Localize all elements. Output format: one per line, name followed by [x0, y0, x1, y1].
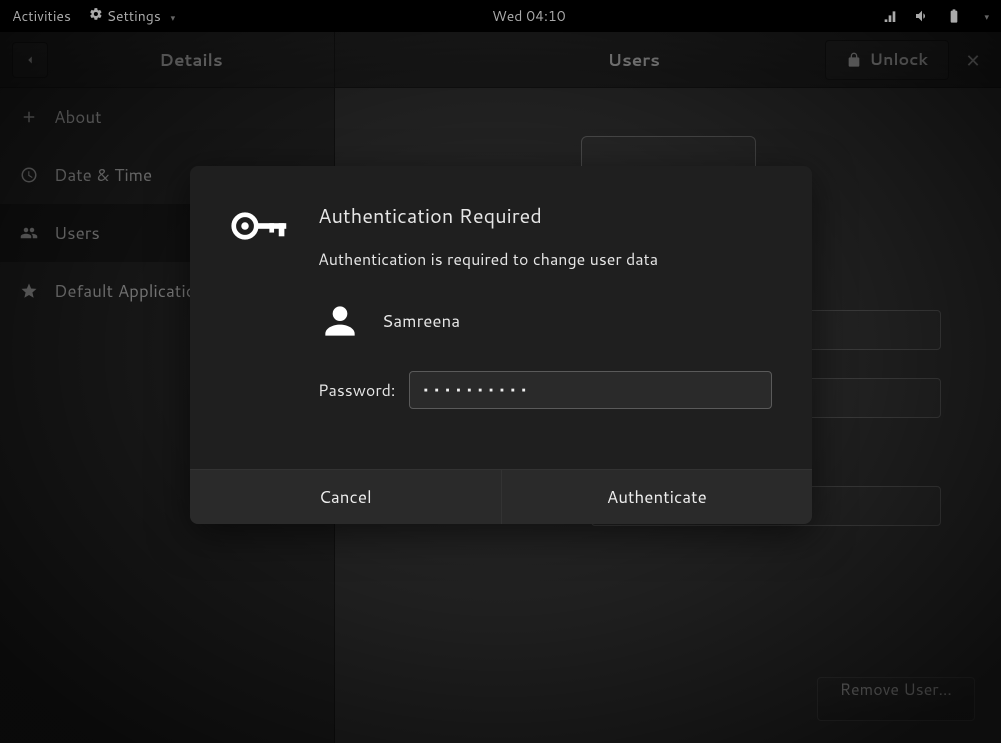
gnome-topbar: Activities Settings ▾ Wed 04:10 ▾ [0, 0, 1001, 32]
dialog-message: Authentication is required to change use… [318, 248, 772, 271]
cancel-button[interactable]: Cancel [190, 470, 501, 524]
key-icon [230, 202, 290, 409]
network-icon [882, 8, 898, 24]
chevron-down-icon: ▾ [984, 10, 989, 23]
battery-icon [946, 8, 962, 24]
password-input[interactable] [409, 371, 772, 409]
avatar-icon [318, 299, 362, 343]
system-status-area[interactable]: ▾ [882, 8, 989, 24]
activities-button[interactable]: Activities [12, 6, 71, 26]
dialog-user-name: Samreena [382, 309, 460, 333]
auth-dialog: Authentication Required Authentication i… [190, 166, 812, 524]
volume-icon [914, 8, 930, 24]
clock[interactable]: Wed 04:10 [175, 6, 882, 26]
dialog-title: Authentication Required [318, 202, 772, 230]
app-menu[interactable]: Settings ▾ [89, 6, 175, 26]
settings-icon [89, 7, 103, 21]
password-label: Password: [318, 379, 395, 402]
chevron-down-icon: ▾ [171, 11, 176, 24]
authenticate-button[interactable]: Authenticate [501, 470, 813, 524]
app-menu-label: Settings [107, 6, 161, 26]
